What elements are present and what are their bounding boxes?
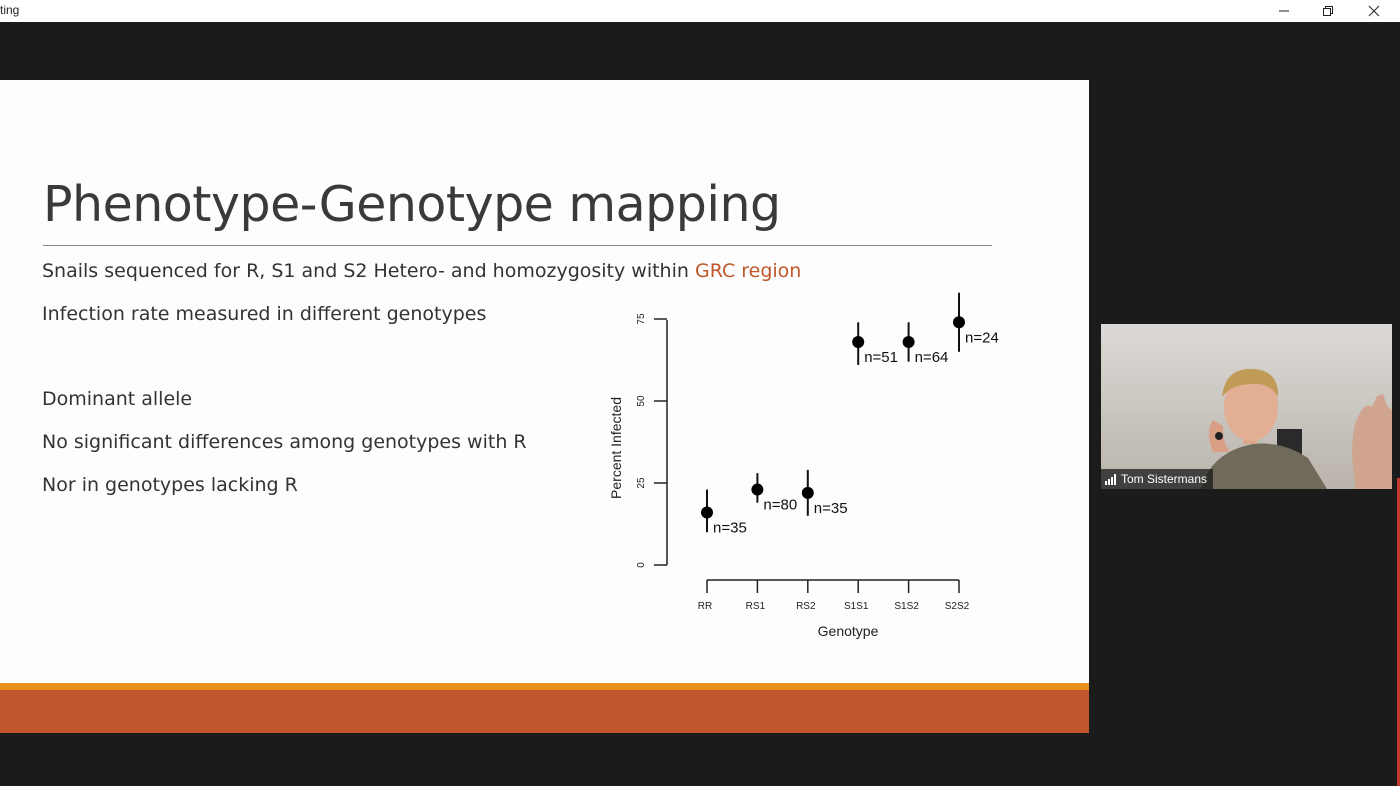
n-label: n=24 — [965, 329, 999, 346]
y-tick-label: 75 — [636, 313, 647, 325]
bullet-snails-sequenced: Snails sequenced for R, S1 and S2 Hetero… — [42, 260, 801, 282]
n-label: n=80 — [763, 497, 797, 514]
x-tick-label: S2S2 — [945, 601, 970, 612]
x-tick-label: RS2 — [796, 601, 816, 612]
window-title: ting — [0, 3, 20, 17]
footer-accent-bar — [0, 683, 1089, 690]
x-tick-label: RR — [698, 601, 712, 612]
y-tick-label: 50 — [636, 395, 647, 407]
close-icon — [1368, 5, 1380, 17]
signal-icon — [1105, 473, 1116, 485]
window-titlebar: ting — [0, 0, 1400, 22]
restore-icon — [1323, 6, 1333, 16]
participant-name: Tom Sistermans — [1121, 472, 1208, 486]
n-label: n=35 — [713, 520, 747, 537]
data-point — [852, 335, 865, 348]
y-ticks: 0 25 50 75 — [636, 313, 667, 568]
x-tick-label: RS1 — [746, 601, 766, 612]
highlight-grc-region: GRC region — [694, 260, 802, 282]
bullet-dominant-allele: Dominant allele — [42, 388, 193, 410]
n-label: n=64 — [915, 349, 949, 366]
data-points: n=35 n=80 n=35 n=51 n=64 n=24 — [701, 292, 999, 537]
participant-name-tag: Tom Sistermans — [1101, 469, 1214, 489]
n-label: n=51 — [864, 349, 898, 366]
data-point — [701, 506, 713, 519]
y-tick-label: 0 — [636, 562, 647, 568]
infection-chart: 0255075 RR RS1 RS2 S1S1 S1S2 S2S2 n=35n=80 n=3… — [608, 292, 999, 639]
bullet-nor-lacking: Nor in genotypes lacking R — [42, 474, 298, 496]
x-axis-label: Genotype — [818, 623, 879, 639]
minimize-icon — [1279, 10, 1289, 12]
y-axis-label: Percent Infected — [608, 397, 624, 499]
participant-video-image — [1101, 324, 1392, 489]
x-tick-label: S1S1 — [844, 601, 869, 612]
data-point — [902, 335, 915, 348]
restore-button[interactable] — [1306, 0, 1350, 22]
footer-bar — [0, 690, 1089, 733]
participant-video[interactable]: Tom Sistermans — [1101, 324, 1392, 489]
data-point — [953, 316, 965, 329]
bullet-infection-rate: Infection rate measured in different gen… — [42, 303, 487, 325]
data-point — [751, 483, 764, 496]
close-button[interactable] — [1352, 0, 1396, 22]
bullet-text: Snails sequenced for R, S1 and S2 Hetero… — [42, 260, 695, 282]
x-tick-label: S1S2 — [894, 601, 919, 612]
n-label: n=35 — [814, 500, 848, 517]
bullet-no-significant: No significant differences among genotyp… — [42, 431, 527, 453]
x-ticks: RR RS1 RS2 S1S1 S1S2 S2S2 — [698, 580, 970, 612]
data-point — [801, 486, 814, 499]
title-divider — [43, 245, 992, 246]
y-tick-label: 25 — [636, 477, 647, 489]
slide-title: Phenotype-Genotype mapping — [43, 176, 781, 233]
minimize-button[interactable] — [1262, 0, 1306, 22]
shared-slide: Phenotype-Genotype mapping Snails sequen… — [0, 80, 1089, 733]
